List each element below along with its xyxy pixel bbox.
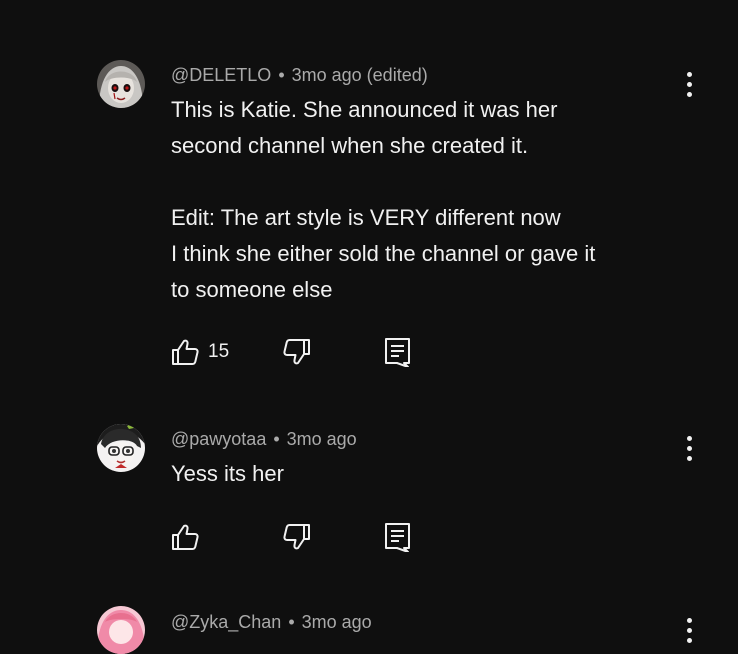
thumbs-up-icon: [172, 339, 199, 365]
more-dot-icon: [686, 617, 692, 623]
thumbs-down-icon: [283, 339, 310, 365]
comment-meta: @pawyotaa • 3mo ago: [171, 428, 357, 450]
avatar[interactable]: [97, 60, 145, 108]
comment-time[interactable]: 3mo ago (edited): [292, 65, 428, 85]
meta-separator: •: [273, 429, 280, 449]
avatar-dark-haired-character-icon: [97, 424, 145, 472]
more-dot-icon: [686, 627, 692, 633]
comment-menu-button[interactable]: [678, 69, 700, 99]
comment-time[interactable]: 3mo ago: [287, 429, 357, 449]
like-button[interactable]: [171, 522, 208, 552]
reply-comment-icon: [385, 338, 410, 367]
comment-text: This is Katie. She announced it was her …: [171, 97, 596, 302]
more-dot-icon: [686, 637, 692, 643]
reply-comment-icon: [385, 523, 410, 552]
comment-text: Yess its her: [171, 461, 284, 486]
comment-author[interactable]: @Zyka_Chan: [171, 612, 281, 632]
avatar[interactable]: [97, 606, 145, 654]
like-button[interactable]: 15: [171, 337, 229, 367]
previous-comment-action-icons: [171, 0, 431, 4]
more-dot-icon: [686, 91, 692, 97]
comment-menu-button[interactable]: [678, 433, 700, 463]
thumbs-down-icon: [283, 524, 310, 550]
comment-actions: 15: [171, 337, 431, 367]
more-dot-icon: [686, 81, 692, 87]
avatar-gray-haired-character-icon: [97, 60, 145, 108]
reply-button[interactable]: [384, 337, 412, 367]
avatar-pink-haired-character-icon: [97, 606, 145, 654]
reply-button[interactable]: [384, 522, 412, 552]
meta-separator: •: [278, 65, 285, 85]
more-dot-icon: [686, 445, 692, 451]
comment-author[interactable]: @pawyotaa: [171, 429, 266, 449]
more-dot-icon: [686, 435, 692, 441]
avatar[interactable]: [97, 424, 145, 472]
meta-separator: •: [288, 612, 295, 632]
thumbs-up-icon: [172, 524, 199, 550]
previous-comment-actions: [171, 0, 431, 4]
comment-author[interactable]: @DELETLO: [171, 65, 271, 85]
comment-menu-button[interactable]: [678, 615, 700, 645]
dislike-button[interactable]: [283, 522, 311, 552]
like-count: 15: [208, 341, 230, 362]
more-dot-icon: [686, 71, 692, 77]
more-dot-icon: [686, 455, 692, 461]
comment-actions: [171, 522, 431, 552]
dislike-button[interactable]: [283, 337, 311, 367]
comment-time[interactable]: 3mo ago: [302, 612, 372, 632]
comment-meta: @DELETLO • 3mo ago (edited): [171, 64, 428, 86]
